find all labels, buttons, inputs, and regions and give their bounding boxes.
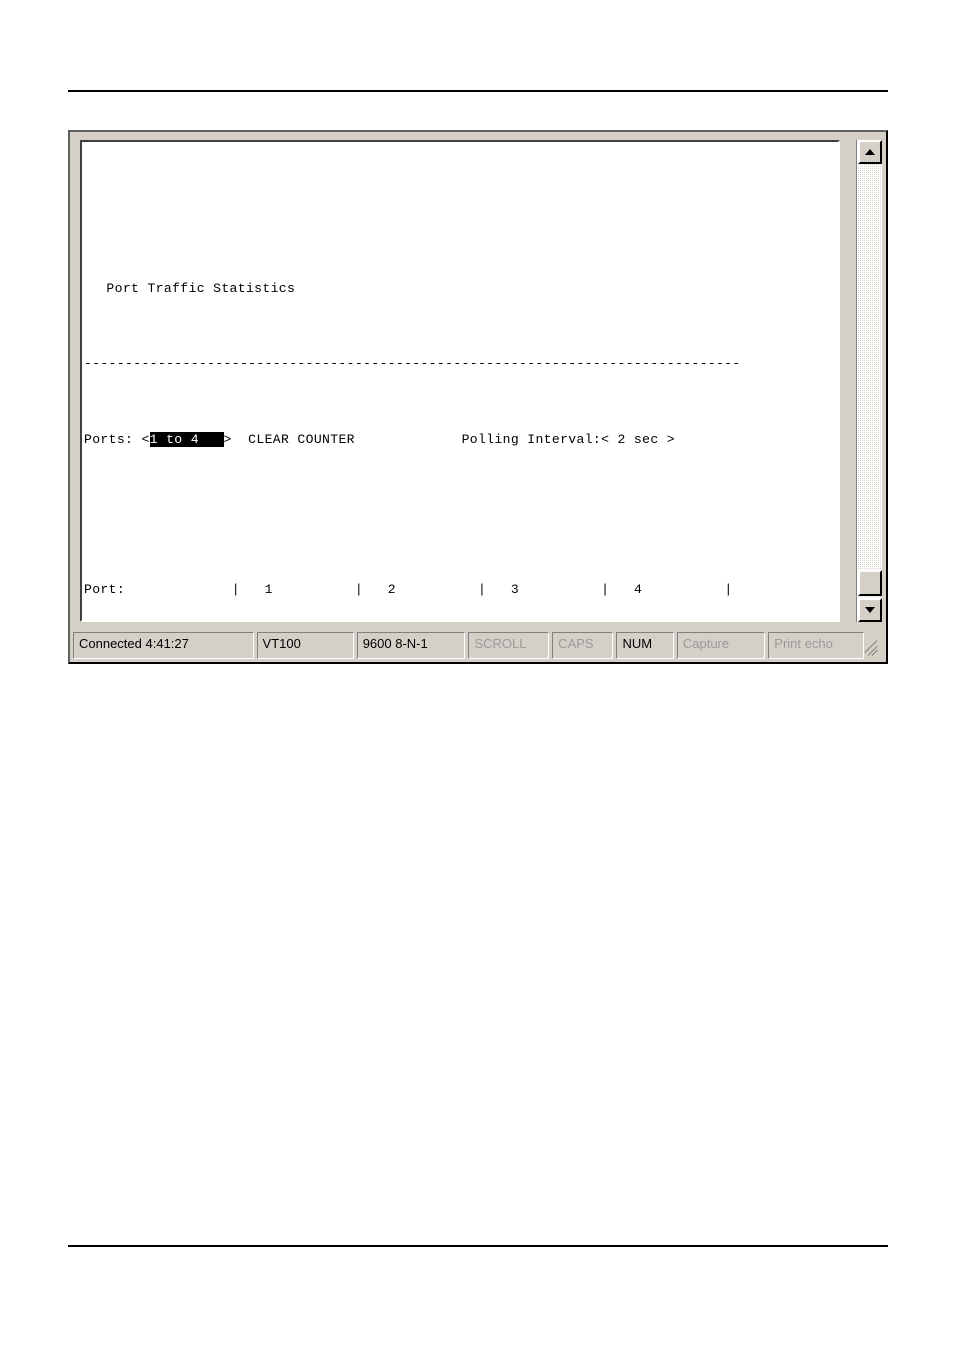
terminal-window-body: Port Traffic Statistics ----------------… — [70, 132, 886, 627]
ports-label: Ports: < — [84, 431, 150, 447]
status-caps-lock: CAPS — [552, 632, 614, 659]
cell-pad — [642, 582, 724, 597]
cell-port-3: 3 — [486, 582, 520, 598]
table-row-port: Port: | 1 | 2 | 3 | 4 | — [84, 582, 733, 598]
row-label: Port: — [84, 582, 126, 598]
terminal-vertical-scrollbar[interactable] — [856, 140, 882, 622]
resize-grip-icon[interactable] — [865, 632, 883, 659]
polling-interval-field[interactable]: Polling Interval:< 2 sec > — [462, 432, 675, 447]
cell-pad — [519, 582, 601, 597]
clear-counter-button[interactable]: > CLEAR COUNTER — [224, 432, 355, 447]
status-bar: Connected 4:41:27 VT100 9600 8-N-1 SCROL… — [70, 627, 886, 662]
status-line-settings[interactable]: 9600 8-N-1 — [356, 632, 466, 659]
ports-value-field[interactable]: 1 to 4 — [149, 431, 224, 447]
triangle-down-icon — [865, 607, 875, 613]
status-capture[interactable]: Capture — [676, 632, 766, 659]
cell-pad — [273, 582, 355, 597]
triangle-up-icon — [865, 149, 875, 155]
terminal-screen-frame: Port Traffic Statistics ----------------… — [80, 140, 840, 622]
status-print-echo[interactable]: Print echo — [768, 632, 865, 659]
cell-port-2: 2 — [363, 582, 396, 598]
status-num-lock: NUM — [616, 632, 674, 659]
status-scroll-lock: SCROLL — [468, 632, 550, 659]
terminal-screen[interactable]: Port Traffic Statistics ----------------… — [82, 142, 838, 620]
scrollbar-up-button[interactable] — [858, 140, 882, 164]
cell-port-1: 1 — [239, 582, 273, 598]
title-separator-line: ----------------------------------------… — [84, 356, 741, 372]
scrollbar-down-button[interactable] — [858, 598, 882, 622]
status-emulation[interactable]: VT100 — [256, 632, 354, 659]
screen-title: Port Traffic Statistics — [90, 280, 296, 296]
status-connected: Connected 4:41:27 — [73, 632, 254, 659]
page-footer-rule — [68, 1245, 888, 1247]
terminal-emulator-window: Port Traffic Statistics ----------------… — [68, 130, 888, 664]
row-pad — [125, 582, 232, 597]
ports-selector-row: Ports: <1 to 4 > CLEAR COUNTER Polling I… — [84, 431, 838, 450]
page-header-rule — [68, 90, 888, 92]
scrollbar-thumb[interactable] — [858, 570, 882, 596]
cell-port-4: 4 — [609, 582, 643, 598]
polling-interval-spacer — [355, 432, 462, 447]
cell-pad — [396, 582, 478, 597]
